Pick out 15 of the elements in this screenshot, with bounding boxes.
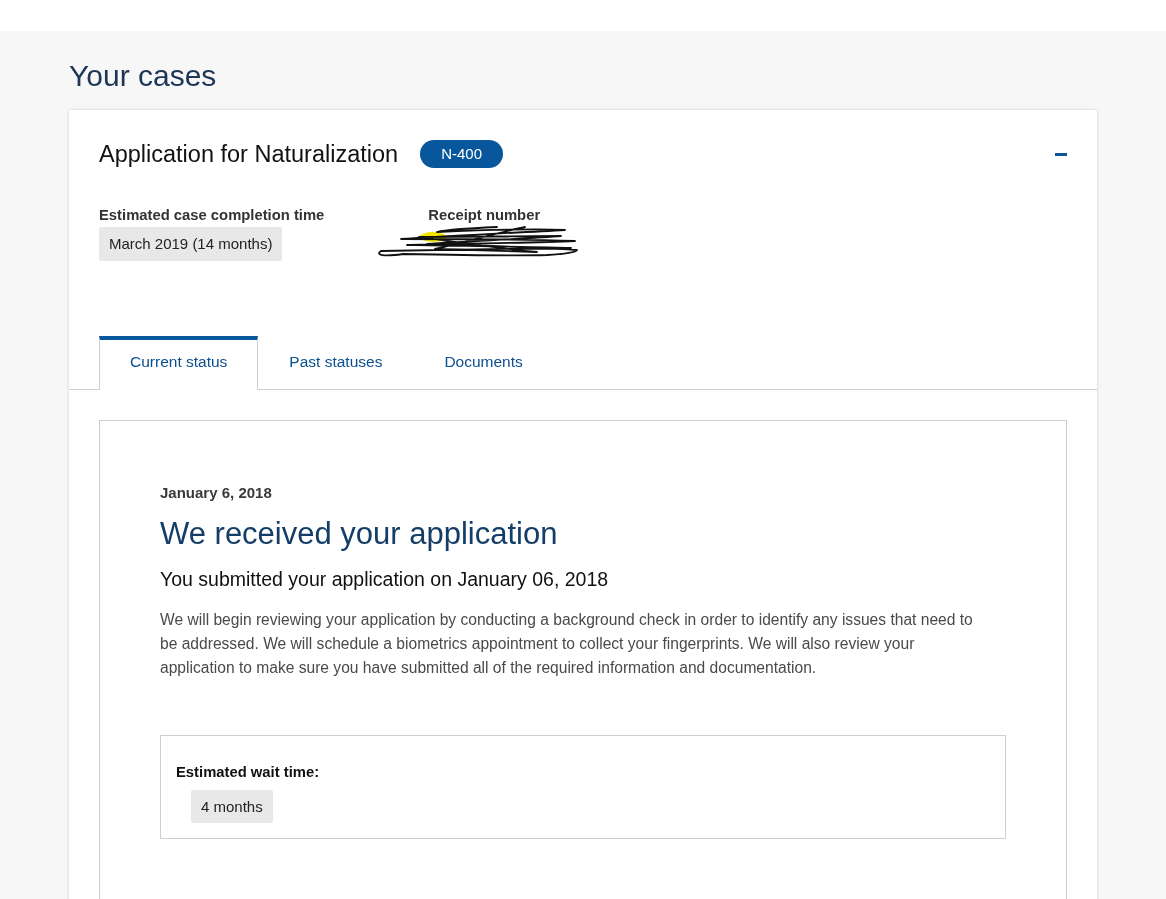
page-title: Your cases — [69, 58, 217, 94]
field-label: Receipt number — [428, 207, 541, 223]
tab[interactable]: Documents — [413, 336, 554, 390]
status-heading: We received your application — [160, 516, 559, 552]
tab[interactable]: Past statuses — [258, 336, 414, 390]
status-subheading: You submitted your application on January 06, 2018 — [160, 567, 610, 591]
wait-time-label: Estimated wait time: — [176, 763, 320, 781]
status-date: January 6, 2018 — [160, 484, 273, 502]
status-description: We will begin reviewing your application by conducting a background check in order to identify any issues that need to be addressed. We will schedule a biometrics appointment to collect your fingerprints. We will also review your application to make sure you have submitted all of the required information and documentation. — [160, 610, 974, 678]
field-value: March 2019 (14 months) — [99, 227, 283, 261]
case-title: Application for Naturalization — [99, 140, 399, 169]
wait-time-value: 4 months — [191, 790, 273, 823]
form-number-badge: N-400 — [420, 140, 503, 168]
tab[interactable]: Current status — [99, 336, 259, 390]
field-label: Estimated case completion time — [99, 207, 325, 223]
